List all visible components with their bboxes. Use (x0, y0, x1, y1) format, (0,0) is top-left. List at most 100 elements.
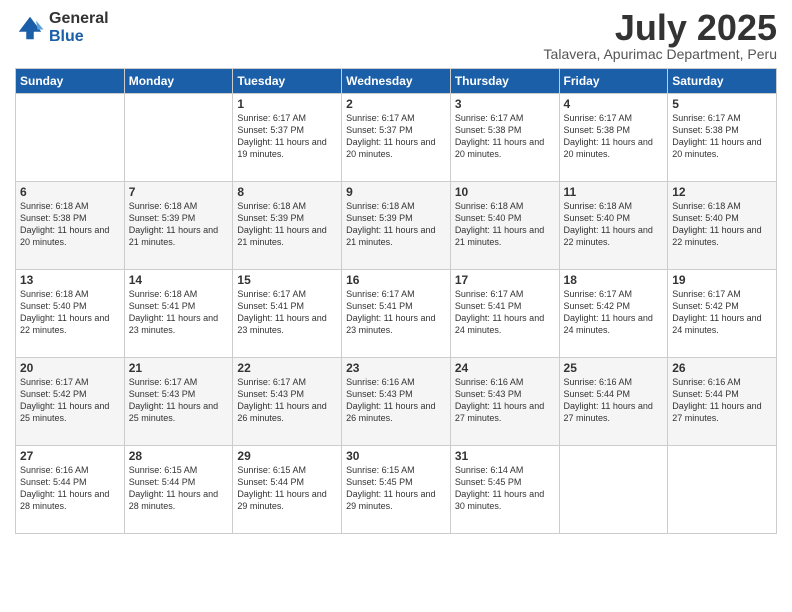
day-info: Sunrise: 6:16 AM Sunset: 5:44 PM Dayligh… (20, 464, 120, 513)
table-row: 30Sunrise: 6:15 AM Sunset: 5:45 PM Dayli… (342, 446, 451, 534)
day-info: Sunrise: 6:17 AM Sunset: 5:41 PM Dayligh… (237, 288, 337, 337)
day-number: 14 (129, 273, 229, 287)
table-row: 3Sunrise: 6:17 AM Sunset: 5:38 PM Daylig… (450, 94, 559, 182)
day-number: 21 (129, 361, 229, 375)
col-monday: Monday (124, 69, 233, 94)
day-number: 11 (564, 185, 664, 199)
page: General Blue July 2025 Talavera, Apurima… (0, 0, 792, 612)
day-number: 27 (20, 449, 120, 463)
table-row: 11Sunrise: 6:18 AM Sunset: 5:40 PM Dayli… (559, 182, 668, 270)
day-number: 1 (237, 97, 337, 111)
day-info: Sunrise: 6:18 AM Sunset: 5:40 PM Dayligh… (564, 200, 664, 249)
day-number: 20 (20, 361, 120, 375)
col-friday: Friday (559, 69, 668, 94)
day-number: 10 (455, 185, 555, 199)
table-row: 5Sunrise: 6:17 AM Sunset: 5:38 PM Daylig… (668, 94, 777, 182)
table-row: 16Sunrise: 6:17 AM Sunset: 5:41 PM Dayli… (342, 270, 451, 358)
table-row: 19Sunrise: 6:17 AM Sunset: 5:42 PM Dayli… (668, 270, 777, 358)
table-row: 27Sunrise: 6:16 AM Sunset: 5:44 PM Dayli… (16, 446, 125, 534)
table-row: 26Sunrise: 6:16 AM Sunset: 5:44 PM Dayli… (668, 358, 777, 446)
day-number: 24 (455, 361, 555, 375)
col-tuesday: Tuesday (233, 69, 342, 94)
logo: General Blue (15, 10, 109, 45)
calendar-week-row: 13Sunrise: 6:18 AM Sunset: 5:40 PM Dayli… (16, 270, 777, 358)
subtitle: Talavera, Apurimac Department, Peru (544, 46, 777, 62)
day-number: 19 (672, 273, 772, 287)
table-row: 2Sunrise: 6:17 AM Sunset: 5:37 PM Daylig… (342, 94, 451, 182)
col-saturday: Saturday (668, 69, 777, 94)
day-number: 6 (20, 185, 120, 199)
title-block: July 2025 Talavera, Apurimac Department,… (544, 10, 777, 62)
day-number: 4 (564, 97, 664, 111)
day-info: Sunrise: 6:18 AM Sunset: 5:41 PM Dayligh… (129, 288, 229, 337)
table-row (16, 94, 125, 182)
day-info: Sunrise: 6:17 AM Sunset: 5:38 PM Dayligh… (455, 112, 555, 161)
table-row (559, 446, 668, 534)
day-info: Sunrise: 6:17 AM Sunset: 5:41 PM Dayligh… (346, 288, 446, 337)
day-number: 30 (346, 449, 446, 463)
table-row: 6Sunrise: 6:18 AM Sunset: 5:38 PM Daylig… (16, 182, 125, 270)
day-info: Sunrise: 6:17 AM Sunset: 5:42 PM Dayligh… (20, 376, 120, 425)
table-row: 1Sunrise: 6:17 AM Sunset: 5:37 PM Daylig… (233, 94, 342, 182)
day-info: Sunrise: 6:15 AM Sunset: 5:44 PM Dayligh… (129, 464, 229, 513)
day-info: Sunrise: 6:18 AM Sunset: 5:40 PM Dayligh… (455, 200, 555, 249)
day-info: Sunrise: 6:18 AM Sunset: 5:39 PM Dayligh… (346, 200, 446, 249)
table-row: 23Sunrise: 6:16 AM Sunset: 5:43 PM Dayli… (342, 358, 451, 446)
logo-general: General (49, 10, 109, 28)
day-info: Sunrise: 6:15 AM Sunset: 5:45 PM Dayligh… (346, 464, 446, 513)
table-row: 22Sunrise: 6:17 AM Sunset: 5:43 PM Dayli… (233, 358, 342, 446)
day-info: Sunrise: 6:18 AM Sunset: 5:40 PM Dayligh… (20, 288, 120, 337)
table-row: 14Sunrise: 6:18 AM Sunset: 5:41 PM Dayli… (124, 270, 233, 358)
table-row: 13Sunrise: 6:18 AM Sunset: 5:40 PM Dayli… (16, 270, 125, 358)
logo-icon (15, 13, 45, 43)
day-info: Sunrise: 6:17 AM Sunset: 5:42 PM Dayligh… (672, 288, 772, 337)
day-number: 18 (564, 273, 664, 287)
day-number: 7 (129, 185, 229, 199)
day-info: Sunrise: 6:16 AM Sunset: 5:43 PM Dayligh… (346, 376, 446, 425)
day-number: 26 (672, 361, 772, 375)
calendar: Sunday Monday Tuesday Wednesday Thursday… (15, 68, 777, 534)
day-info: Sunrise: 6:17 AM Sunset: 5:43 PM Dayligh… (129, 376, 229, 425)
day-number: 17 (455, 273, 555, 287)
table-row (124, 94, 233, 182)
table-row: 21Sunrise: 6:17 AM Sunset: 5:43 PM Dayli… (124, 358, 233, 446)
calendar-week-row: 20Sunrise: 6:17 AM Sunset: 5:42 PM Dayli… (16, 358, 777, 446)
day-info: Sunrise: 6:16 AM Sunset: 5:43 PM Dayligh… (455, 376, 555, 425)
table-row: 4Sunrise: 6:17 AM Sunset: 5:38 PM Daylig… (559, 94, 668, 182)
table-row: 24Sunrise: 6:16 AM Sunset: 5:43 PM Dayli… (450, 358, 559, 446)
table-row: 17Sunrise: 6:17 AM Sunset: 5:41 PM Dayli… (450, 270, 559, 358)
table-row: 10Sunrise: 6:18 AM Sunset: 5:40 PM Dayli… (450, 182, 559, 270)
header: General Blue July 2025 Talavera, Apurima… (15, 10, 777, 62)
day-info: Sunrise: 6:15 AM Sunset: 5:44 PM Dayligh… (237, 464, 337, 513)
table-row: 31Sunrise: 6:14 AM Sunset: 5:45 PM Dayli… (450, 446, 559, 534)
day-number: 31 (455, 449, 555, 463)
day-info: Sunrise: 6:18 AM Sunset: 5:38 PM Dayligh… (20, 200, 120, 249)
day-info: Sunrise: 6:17 AM Sunset: 5:42 PM Dayligh… (564, 288, 664, 337)
day-number: 28 (129, 449, 229, 463)
table-row: 28Sunrise: 6:15 AM Sunset: 5:44 PM Dayli… (124, 446, 233, 534)
table-row: 15Sunrise: 6:17 AM Sunset: 5:41 PM Dayli… (233, 270, 342, 358)
table-row: 7Sunrise: 6:18 AM Sunset: 5:39 PM Daylig… (124, 182, 233, 270)
day-number: 2 (346, 97, 446, 111)
calendar-header-row: Sunday Monday Tuesday Wednesday Thursday… (16, 69, 777, 94)
day-number: 3 (455, 97, 555, 111)
table-row: 18Sunrise: 6:17 AM Sunset: 5:42 PM Dayli… (559, 270, 668, 358)
day-number: 13 (20, 273, 120, 287)
logo-text: General Blue (49, 10, 109, 45)
day-info: Sunrise: 6:18 AM Sunset: 5:40 PM Dayligh… (672, 200, 772, 249)
day-info: Sunrise: 6:18 AM Sunset: 5:39 PM Dayligh… (237, 200, 337, 249)
col-wednesday: Wednesday (342, 69, 451, 94)
day-info: Sunrise: 6:16 AM Sunset: 5:44 PM Dayligh… (564, 376, 664, 425)
col-sunday: Sunday (16, 69, 125, 94)
day-number: 8 (237, 185, 337, 199)
day-number: 23 (346, 361, 446, 375)
day-info: Sunrise: 6:17 AM Sunset: 5:37 PM Dayligh… (346, 112, 446, 161)
day-number: 16 (346, 273, 446, 287)
day-number: 9 (346, 185, 446, 199)
table-row: 12Sunrise: 6:18 AM Sunset: 5:40 PM Dayli… (668, 182, 777, 270)
day-number: 22 (237, 361, 337, 375)
day-info: Sunrise: 6:17 AM Sunset: 5:41 PM Dayligh… (455, 288, 555, 337)
table-row: 20Sunrise: 6:17 AM Sunset: 5:42 PM Dayli… (16, 358, 125, 446)
day-info: Sunrise: 6:16 AM Sunset: 5:44 PM Dayligh… (672, 376, 772, 425)
day-number: 25 (564, 361, 664, 375)
